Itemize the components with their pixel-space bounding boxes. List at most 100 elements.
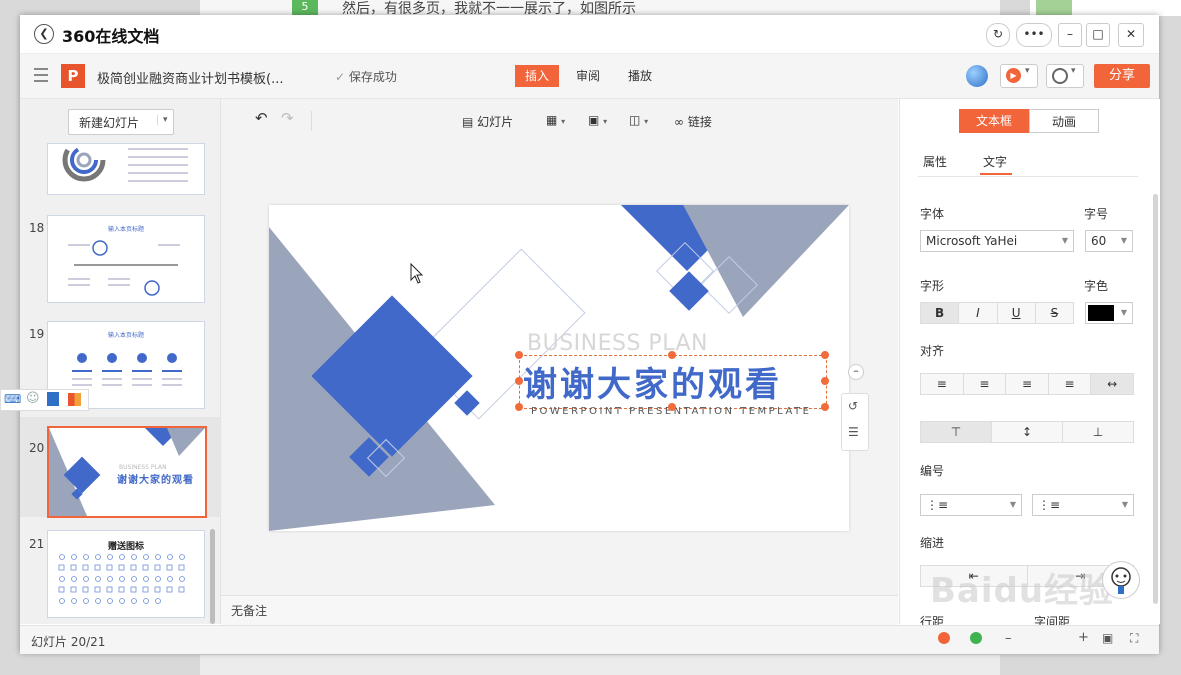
minimize-button[interactable]: – [1058,23,1082,47]
user-icon[interactable]: ☺ [26,391,40,406]
tab-textbox[interactable]: 文本框 [959,109,1029,133]
resize-handle[interactable] [515,377,523,385]
step-number-badge: 5 [292,0,318,16]
subtab-properties[interactable]: 属性 [923,153,947,170]
resize-handle[interactable] [515,403,523,411]
align-label: 对齐 [920,344,945,358]
sync-icon[interactable] [970,632,982,644]
hamburger-menu-icon[interactable] [34,68,48,86]
resize-handle[interactable] [821,351,829,359]
align-justify-icon[interactable]: ≡ [1049,374,1092,394]
slide-thumbnail-18[interactable]: 输入本页标题 [47,215,205,303]
align-center-icon[interactable]: ≡ [964,374,1007,394]
text-align-group: ≡ ≡ ≡ ≡ ↔ [920,373,1134,395]
tab-play[interactable]: 播放 [622,65,658,87]
notes-area[interactable]: 无备注 [221,595,898,625]
assistant-mascot-icon[interactable] [1102,561,1140,599]
link-button[interactable]: ∞ 链接 [674,113,712,130]
slide-thumbnail-20[interactable]: BUSINESS PLAN 谢谢大家的观看 [47,426,207,518]
zoom-out-icon[interactable]: – [1005,631,1012,646]
shape-insert-button[interactable]: ◫ ▾ [629,113,648,127]
align-top-icon[interactable]: ⊤ [921,422,992,442]
bullet-list-icon: ⋮≡ [926,498,949,512]
keyboard-icon[interactable]: ⌨ [4,392,21,406]
underline-button[interactable]: U [998,303,1036,323]
resize-handle[interactable] [821,403,829,411]
gray-triangle-top [683,205,849,317]
clock-icon [1052,68,1068,84]
insert-slide-button[interactable]: ▤ 幻灯片 [462,113,513,130]
back-button[interactable]: ❮ [34,24,54,44]
resize-handle[interactable] [515,351,523,359]
slide-count: 幻灯片 20/21 [31,635,106,649]
collapse-button[interactable]: – [848,364,864,380]
app-title: 360在线文档 [62,27,160,46]
bold-button[interactable]: B [921,303,960,323]
refresh-button[interactable]: ↻ [986,23,1010,47]
align-distribute-icon[interactable]: ↔ [1091,374,1133,394]
maximize-button[interactable]: □ [1086,23,1110,47]
align-middle-icon[interactable]: ↕ [992,422,1063,442]
align-bottom-icon[interactable]: ⊥ [1063,422,1133,442]
font-family-value: Microsoft YaHei [926,234,1018,248]
slide-main-title[interactable]: 谢谢大家的观看 [523,357,782,406]
blue-small-diamond-top [669,271,709,311]
chevron-down-icon: ▾ [1071,66,1076,76]
slide-subtitle-en: BUSINESS PLAN [527,331,708,356]
document-title[interactable]: 极简创业融资商业计划书模板(... [97,68,283,87]
color-swatch [1088,305,1114,321]
history-button[interactable]: ▾ [1046,64,1084,88]
image-insert-button[interactable]: ▣ ▾ [588,113,607,127]
skin-icon[interactable] [47,392,59,406]
chevron-down-icon: ▼ [1120,236,1127,245]
share-button[interactable]: 分享 [1094,64,1150,88]
avatar[interactable] [966,65,988,87]
numbered-list-select[interactable]: ⋮≡ ▼ [1032,494,1134,516]
undo-icon[interactable]: ↶ [255,109,268,127]
slide-icon: ▤ [462,115,474,129]
thumb-20-en: BUSINESS PLAN [119,464,167,471]
font-color-picker[interactable]: ▼ [1085,302,1133,324]
resize-handle[interactable] [668,351,676,359]
redo-icon[interactable]: ↷ [281,109,294,127]
close-button[interactable]: ✕ [1118,23,1144,47]
thumb-number-21: 21 [29,537,45,551]
font-size-select[interactable]: 60 ▼ [1085,230,1133,252]
fullscreen-icon[interactable]: ⛶ [1130,631,1138,646]
properties-scrollbar[interactable] [1153,194,1158,604]
strikethrough-button[interactable]: S [1036,303,1073,323]
chevron-down-icon[interactable]: ▾ [157,115,168,125]
resize-handle[interactable] [821,377,829,385]
slide-thumbnail-21[interactable]: 赠送图标 [47,530,205,618]
app-window: ❮ 360在线文档 ↻ ••• – □ ✕ P 极简创业融资商业计划书模板(..… [20,15,1160,654]
layers-icon[interactable]: ☰ [848,425,859,439]
chevron-down-icon: ▼ [1121,500,1128,509]
status-bar: 幻灯片 20/21 – + ▣ ⛶ [20,625,1159,654]
thumbnail-scrollbar[interactable] [210,529,215,624]
bullet-list-select[interactable]: ⋮≡ ▼ [920,494,1022,516]
link-label: 链接 [687,115,712,129]
slide-thumbnail-17[interactable] [47,143,205,195]
italic-button[interactable]: I [959,303,998,323]
tab-insert[interactable]: 插入 [515,65,560,87]
more-icon[interactable]: ••• [1016,23,1052,47]
thumb-20-cn: 谢谢大家的观看 [117,475,194,486]
fit-window-icon[interactable]: ▣ [1102,631,1113,645]
align-right-icon[interactable]: ≡ [1006,374,1049,394]
slide-canvas[interactable]: BUSINESS PLAN 谢谢大家的观看 POWERPOINT PRESENT… [269,205,849,531]
align-left-icon[interactable]: ≡ [921,374,964,394]
slideshow-button[interactable]: ▶ ▾ [1000,64,1038,88]
check-circle-icon: ✓ [335,70,346,84]
tab-review[interactable]: 审阅 [570,65,606,87]
textbox-insert-button[interactable]: ▦ ▾ [546,113,565,127]
font-family-select[interactable]: Microsoft YaHei ▼ [920,230,1074,252]
slide-side-tools: ↺ ☰ [841,393,869,451]
subtab-text[interactable]: 文字 [983,153,1007,170]
record-icon[interactable] [938,632,950,644]
zoom-in-icon[interactable]: + [1078,630,1089,645]
crop-rotate-icon[interactable]: ↺ [848,399,858,413]
apps-icon[interactable] [68,393,81,406]
new-slide-button[interactable]: 新建幻灯片 ▾ [68,109,174,135]
tab-animation[interactable]: 动画 [1029,109,1099,133]
resize-handle[interactable] [668,403,676,411]
